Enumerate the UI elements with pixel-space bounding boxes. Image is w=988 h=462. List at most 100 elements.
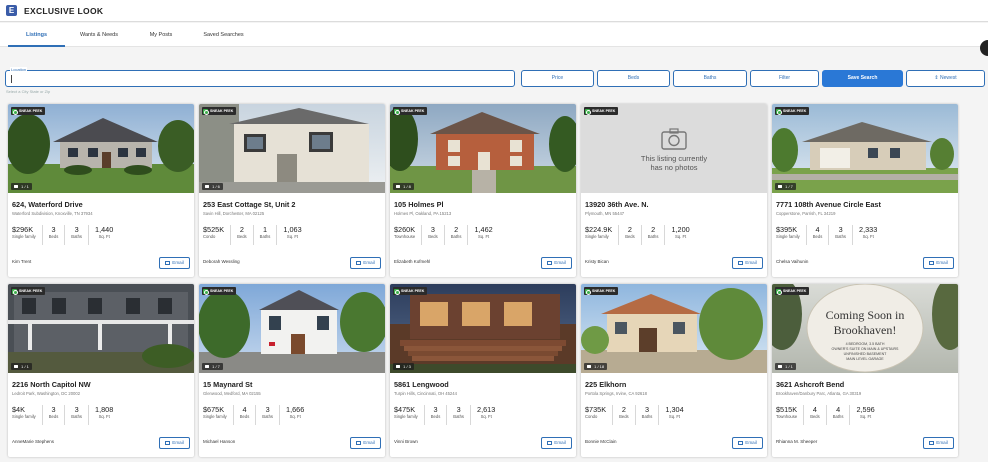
email-agent-button[interactable]: Email xyxy=(732,257,763,269)
agent-name[interactable]: Michael Hanson xyxy=(203,439,263,445)
filter-button[interactable]: Filter xyxy=(750,70,819,87)
sort-label: Newest xyxy=(939,75,957,81)
email-icon xyxy=(165,261,171,265)
agent-name[interactable]: Kristy Bican xyxy=(585,259,645,265)
agent-name[interactable]: Rhianna M. Sheeper xyxy=(776,439,836,445)
listing-address[interactable]: 3621 Ashcroft Bend xyxy=(776,380,844,389)
stat-beds: 4 Beds xyxy=(805,225,829,245)
listing-photo-wrap[interactable]: SNEAK PEEK 1 / 1 xyxy=(8,284,194,373)
stat-baths: 2 Baths xyxy=(443,225,468,245)
listing-photo[interactable]: Coming Soon in Brookhaven! 4 BEDROOM, 3.… xyxy=(772,284,958,373)
listing-photo-wrap[interactable]: SNEAK PEEK 1 / 3 xyxy=(390,284,576,373)
sneak-peek-label: SNEAK PEEK xyxy=(210,109,234,113)
sqft-value: 1,666 xyxy=(286,405,305,414)
listing-photo[interactable] xyxy=(390,284,576,373)
price-value: $296K xyxy=(12,225,34,234)
email-agent-button[interactable]: Email xyxy=(350,257,381,269)
stat-price: $4K Single family xyxy=(12,405,42,425)
price-value: $224.9K xyxy=(585,225,613,234)
listing-address[interactable]: 225 Elkhorn xyxy=(585,380,626,389)
listing-card[interactable]: Coming Soon in Brookhaven! 4 BEDROOM, 3.… xyxy=(772,284,958,457)
listing-photo-wrap[interactable]: This listing currently has no photos SNE… xyxy=(581,104,767,193)
agent-name[interactable]: Chelsa Vaihunin xyxy=(776,259,836,265)
stat-sqft: 1,440 Sq. Ft xyxy=(88,225,119,245)
listing-photo[interactable] xyxy=(199,104,385,193)
location-input[interactable] xyxy=(11,75,501,83)
agent-name[interactable]: Deborah Wessling xyxy=(203,259,263,265)
listing-card[interactable]: SNEAK PEEK 1 / 6 253 East Cottage St, Un… xyxy=(199,104,385,277)
listing-card[interactable]: This listing currently has no photos SNE… xyxy=(581,104,767,277)
listing-card[interactable]: SNEAK PEEK 1 / 7 7771 108th Avenue Circl… xyxy=(772,104,958,277)
listing-photo[interactable] xyxy=(581,284,767,373)
listing-address[interactable]: 105 Holmes Pl xyxy=(394,200,443,209)
tab-my-posts[interactable]: My Posts xyxy=(140,23,182,47)
email-agent-button[interactable]: Email xyxy=(350,437,381,449)
listing-photo[interactable] xyxy=(8,104,194,193)
listing-photo[interactable] xyxy=(390,104,576,193)
location-field[interactable]: Location xyxy=(5,67,515,87)
listing-photo-wrap[interactable]: SNEAK PEEK 1 / 6 xyxy=(199,104,385,193)
listing-card[interactable]: SNEAK PEEK 1 / 7 15 Maynard St Glenwood,… xyxy=(199,284,385,457)
tab-listings[interactable]: Listings xyxy=(8,23,65,47)
sign-small1: 4 BEDROOM, 3.5 BATH xyxy=(846,342,885,346)
email-agent-button[interactable]: Email xyxy=(541,257,572,269)
agent-name[interactable]: Vinni Brown xyxy=(394,439,454,445)
listing-card[interactable]: SNEAK PEEK 1 / 3 5861 Lengwood Turpin Hi… xyxy=(390,284,576,457)
listing-photo-wrap[interactable]: SNEAK PEEK 1 / 7 xyxy=(199,284,385,373)
listing-photo[interactable] xyxy=(199,284,385,373)
app-logo-icon[interactable]: E xyxy=(6,5,17,16)
listing-address[interactable]: 253 East Cottage St, Unit 2 xyxy=(203,200,295,209)
listing-subaddress: Glenwood, Medford, MA 02155 xyxy=(203,391,261,396)
listing-address[interactable]: 624, Waterford Drive xyxy=(12,200,83,209)
agent-name[interactable]: Kim Trent xyxy=(12,259,72,265)
email-agent-button[interactable]: Email xyxy=(923,257,954,269)
listing-photo-wrap[interactable]: SNEAK PEEK 1 / 8 xyxy=(390,104,576,193)
sqft-label: Sq. Ft xyxy=(478,234,490,239)
email-agent-button[interactable]: Email xyxy=(159,257,190,269)
email-agent-button[interactable]: Email xyxy=(732,437,763,449)
side-panel-toggle[interactable] xyxy=(980,40,988,56)
listing-subaddress: Portola Springs, Irvine, CA 92618 xyxy=(585,391,647,396)
tab-wants-needs[interactable]: Wants & Needs xyxy=(70,23,128,47)
baths-value: 3 xyxy=(456,405,461,414)
sneak-peek-icon xyxy=(203,108,209,115)
photo-count-text: 1 / 3 xyxy=(403,364,411,369)
listing-photo-wrap[interactable]: SNEAK PEEK 1 / 1 xyxy=(8,104,194,193)
beds-button[interactable]: Beds xyxy=(597,70,670,87)
photo-count: 1 / 3 xyxy=(393,363,414,370)
listing-address[interactable]: 2216 North Capitol NW xyxy=(12,380,91,389)
listing-card[interactable]: SNEAK PEEK 1 / 18 225 Elkhorn Portola Sp… xyxy=(581,284,767,457)
listing-address[interactable]: 5861 Lengwood xyxy=(394,380,449,389)
listing-card[interactable]: SNEAK PEEK 1 / 1 2216 North Capitol NW L… xyxy=(8,284,194,457)
sort-button[interactable]: ⇕ Newest xyxy=(906,70,985,87)
email-agent-button[interactable]: Email xyxy=(541,437,572,449)
listing-address[interactable]: 15 Maynard St xyxy=(203,380,252,389)
baths-button[interactable]: Baths xyxy=(673,70,747,87)
baths-label: Baths xyxy=(71,414,83,419)
photo-count: 1 / 1 xyxy=(11,183,32,190)
listing-card[interactable]: SNEAK PEEK 1 / 1 624, Waterford Drive Wa… xyxy=(8,104,194,277)
save-search-button[interactable]: Save Search xyxy=(822,70,903,87)
agent-name[interactable]: Elizabeth Kofmehl xyxy=(394,259,454,265)
price-button[interactable]: Price xyxy=(521,70,594,87)
email-agent-button[interactable]: Email xyxy=(923,437,954,449)
listing-address[interactable]: 7771 108th Avenue Circle East xyxy=(776,200,881,209)
listing-photo[interactable] xyxy=(8,284,194,373)
listing-photo-wrap[interactable]: Coming Soon in Brookhaven! 4 BEDROOM, 3.… xyxy=(772,284,958,373)
listing-photo-wrap[interactable]: SNEAK PEEK 1 / 18 xyxy=(581,284,767,373)
listing-address[interactable]: 13920 36th Ave. N. xyxy=(585,200,649,209)
agent-name[interactable]: Bonnie McClain xyxy=(585,439,645,445)
stat-sqft: 2,613 Sq. Ft xyxy=(470,405,501,425)
listing-photo[interactable] xyxy=(772,104,958,193)
tab-saved-searches[interactable]: Saved Searches xyxy=(196,23,251,47)
beds-value: 3 xyxy=(51,225,56,234)
email-agent-button[interactable]: Email xyxy=(159,437,190,449)
email-icon xyxy=(547,261,553,265)
sneak-peek-badge: SNEAK PEEK xyxy=(775,287,810,295)
agent-name[interactable]: AnneMarie Stephens xyxy=(12,439,72,445)
location-hint: Select a City State or Zip xyxy=(6,89,51,94)
listing-photo-wrap[interactable]: SNEAK PEEK 1 / 7 xyxy=(772,104,958,193)
listing-card[interactable]: SNEAK PEEK 1 / 8 105 Holmes Pl Holmes Pl… xyxy=(390,104,576,277)
baths-value: 2 xyxy=(454,225,459,234)
baths-value: 3 xyxy=(74,405,79,414)
